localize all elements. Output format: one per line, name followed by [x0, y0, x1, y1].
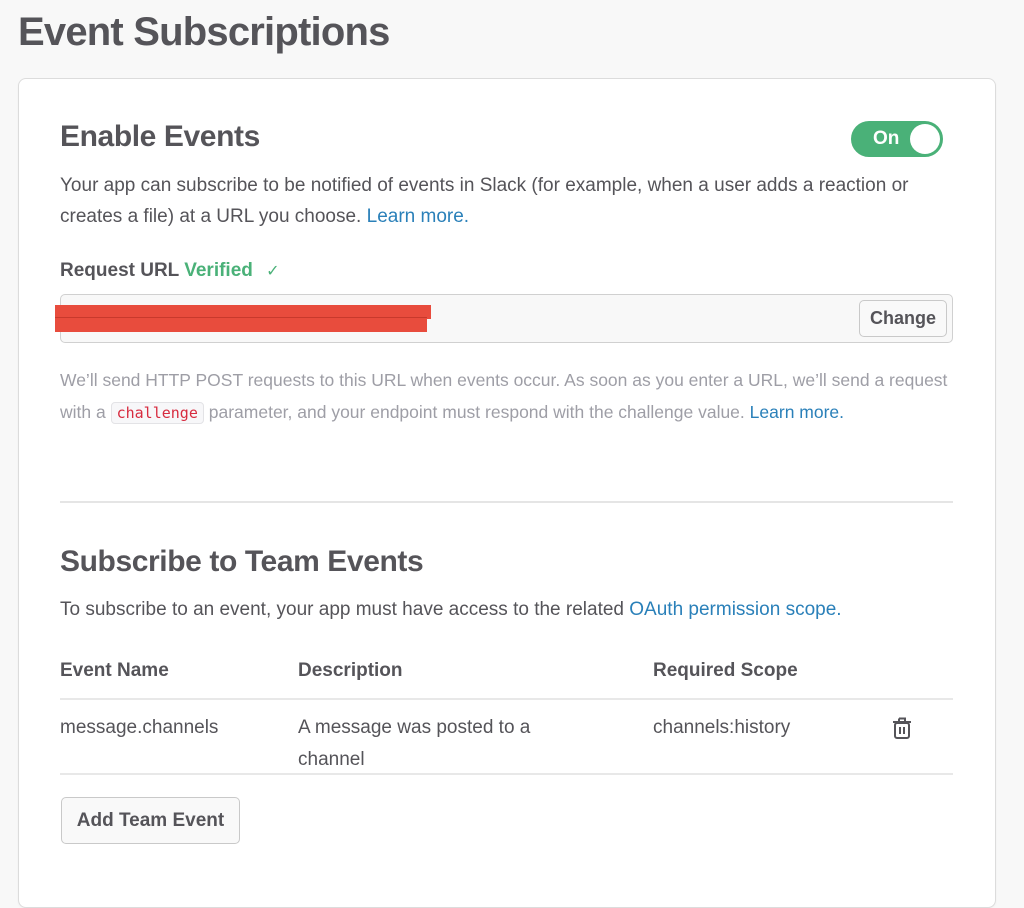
learn-more-link[interactable]: Learn more.: [367, 206, 469, 227]
toggle-label: On: [873, 128, 900, 149]
trash-icon[interactable]: [891, 716, 913, 740]
help-learn-more-link[interactable]: Learn more.: [750, 402, 844, 422]
header-description: Description: [298, 660, 403, 681]
redaction-mark: [55, 317, 427, 332]
header-required-scope: Required Scope: [653, 660, 798, 681]
team-events-title: Subscribe to Team Events: [60, 545, 424, 578]
checkmark-icon: ✓: [266, 263, 280, 280]
enable-events-toggle[interactable]: On: [851, 121, 943, 157]
event-name-link[interactable]: message.channels: [60, 712, 218, 744]
help-text-part2: parameter, and your endpoint must respon…: [208, 402, 745, 422]
team-events-description: To subscribe to an event, your app must …: [60, 594, 960, 625]
change-url-button[interactable]: Change: [859, 300, 947, 337]
oauth-scope-link[interactable]: OAuth permission scope.: [629, 599, 841, 620]
header-divider: [60, 698, 953, 700]
page-title: Event Subscriptions: [18, 10, 390, 54]
toggle-knob: [910, 124, 940, 154]
request-url-label: Request URL: [60, 260, 179, 281]
section-divider: [60, 501, 953, 503]
description-text: Your app can subscribe to be notified of…: [60, 175, 909, 227]
team-events-description-text: To subscribe to an event, your app must …: [60, 599, 624, 620]
request-url-help: We’ll send HTTP POST requests to this UR…: [60, 364, 950, 429]
redacted-url: [55, 305, 431, 333]
header-event-name: Event Name: [60, 660, 169, 681]
event-required-scope: channels:history: [653, 717, 791, 738]
event-description: A message was posted to a channel: [298, 717, 531, 770]
row-divider: [60, 773, 953, 775]
enable-events-title: Enable Events: [60, 120, 260, 153]
verified-status: Verified: [184, 260, 253, 281]
request-url-input[interactable]: Change: [55, 294, 953, 343]
add-team-event-button[interactable]: Add Team Event: [61, 797, 240, 844]
enable-events-description: Your app can subscribe to be notified of…: [60, 170, 940, 232]
request-url-label-row: Request URL Verified ✓: [60, 260, 280, 282]
challenge-code: challenge: [110, 402, 204, 424]
